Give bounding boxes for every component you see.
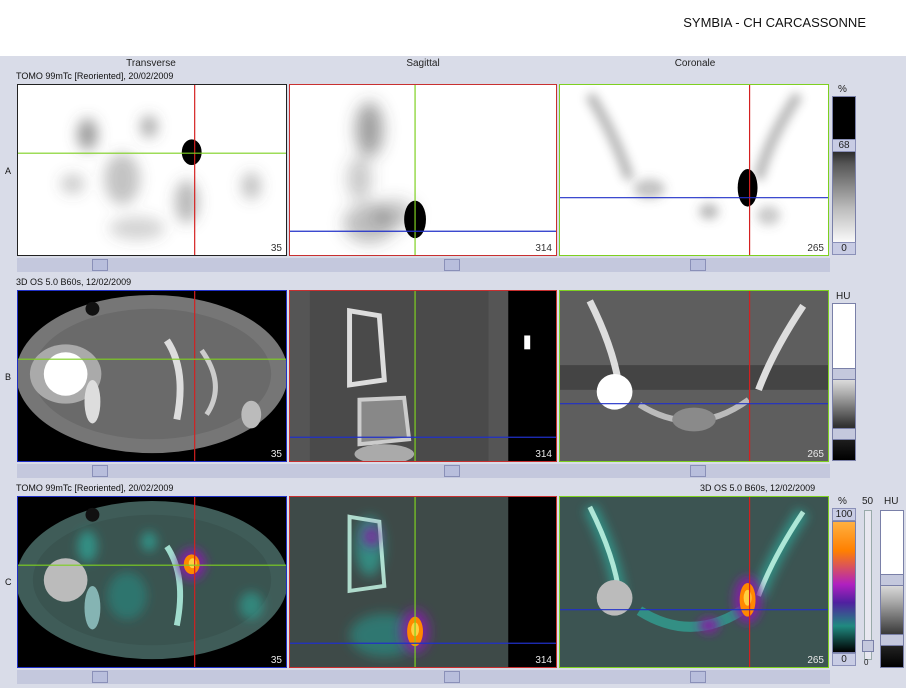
row-c-series-info-left: TOMO 99mTc [Reoriented], 20/02/2009 <box>16 483 174 493</box>
ct-coronal-image <box>560 291 828 461</box>
scroll-thumb-b-transverse[interactable] <box>92 465 108 477</box>
spect-transverse-image <box>18 85 286 255</box>
fusion-transverse-image <box>18 497 286 667</box>
scroll-thumb-b-coronal[interactable] <box>690 465 706 477</box>
viewport-b-sagittal[interactable]: 314 <box>289 290 557 462</box>
viewport-c-sagittal[interactable]: 314 <box>289 496 557 668</box>
row-b-scroll-strip[interactable] <box>17 464 830 478</box>
row-b-series-info: 3D OS 5.0 B60s, 12/02/2009 <box>16 277 132 287</box>
scroll-thumb-a-coronal[interactable] <box>690 259 706 271</box>
column-header-sagittal: Sagittal <box>406 58 440 69</box>
fusion-blend-slider-handle[interactable] <box>862 640 874 652</box>
colorbar-a-unit: % <box>838 84 847 95</box>
viewport-c-coronal[interactable]: 265 <box>559 496 829 668</box>
row-a-scroll-strip[interactable] <box>17 258 830 272</box>
window-lower-handle-b[interactable] <box>832 428 856 440</box>
colorbar-a-min: 0 <box>832 242 856 255</box>
row-a-series-info: TOMO 99mTc [Reoriented], 20/02/2009 <box>16 71 174 81</box>
blend-slider-min: 0 <box>864 658 869 667</box>
row-c-series-info-right: 3D OS 5.0 B60s, 12/02/2009 <box>700 483 816 493</box>
slice-number-a-transverse: 35 <box>270 243 282 254</box>
fusion-sagittal-image <box>290 497 556 667</box>
viewport-b-coronal[interactable]: 265 <box>559 290 829 462</box>
viewport-b-transverse[interactable]: 35 <box>17 290 287 462</box>
scroll-thumb-c-coronal[interactable] <box>690 671 706 683</box>
window-upper-handle-c[interactable] <box>880 574 904 586</box>
slice-number-b-sagittal: 314 <box>535 449 552 460</box>
ct-sagittal-image <box>290 291 556 461</box>
spect-sagittal-image <box>290 85 556 255</box>
scroll-thumb-b-sagittal[interactable] <box>444 465 460 477</box>
row-b-label: B <box>5 372 12 382</box>
title-bar: SYMBIA - CH CARCASSONNE <box>0 0 906 56</box>
row-c-scroll-strip[interactable] <box>17 670 830 684</box>
column-header-coronal: Coronale <box>674 58 716 69</box>
scroll-thumb-a-sagittal[interactable] <box>444 259 460 271</box>
row-c-label: C <box>5 577 12 587</box>
fusion-blend-slider[interactable] <box>864 510 872 660</box>
scroll-thumb-a-transverse[interactable] <box>92 259 108 271</box>
slice-number-c-coronal: 265 <box>807 655 824 666</box>
viewport-a-transverse[interactable]: 35 <box>17 84 287 256</box>
window-level-a[interactable]: 68 <box>832 139 856 152</box>
slice-number-b-transverse: 35 <box>270 449 282 460</box>
colorbar-c-ct-unit: HU <box>884 496 899 507</box>
fusion-coronal-image <box>560 497 828 667</box>
row-a-label: A <box>5 166 12 176</box>
colorbar-c-pet[interactable] <box>832 521 856 653</box>
scroll-thumb-c-transverse[interactable] <box>92 671 108 683</box>
slice-number-b-coronal: 265 <box>807 449 824 460</box>
window-upper-handle-b[interactable] <box>832 368 856 380</box>
colorbar-a-gray[interactable] <box>832 96 856 246</box>
colorbar-c-unit: % <box>838 496 847 507</box>
blend-slider-value: 50 <box>862 496 874 507</box>
colorbar-b-unit: HU <box>836 291 851 302</box>
spect-coronal-image <box>560 85 828 255</box>
viewport-a-sagittal[interactable]: 314 <box>289 84 557 256</box>
viewport-a-coronal[interactable]: 265 <box>559 84 829 256</box>
column-header-transverse: Transverse <box>126 58 176 69</box>
colorbar-c-max: 100 <box>832 508 856 521</box>
ct-transverse-image <box>18 291 286 461</box>
scroll-thumb-c-sagittal[interactable] <box>444 671 460 683</box>
slice-number-c-sagittal: 314 <box>535 655 552 666</box>
slice-number-c-transverse: 35 <box>270 655 282 666</box>
colorbar-c-min: 0 <box>832 653 856 666</box>
viewport-c-transverse[interactable]: 35 <box>17 496 287 668</box>
slice-number-a-sagittal: 314 <box>535 243 552 254</box>
slice-number-a-coronal: 265 <box>807 243 824 254</box>
window-lower-handle-c[interactable] <box>880 634 904 646</box>
hospital-name: SYMBIA - CH CARCASSONNE <box>683 15 866 30</box>
